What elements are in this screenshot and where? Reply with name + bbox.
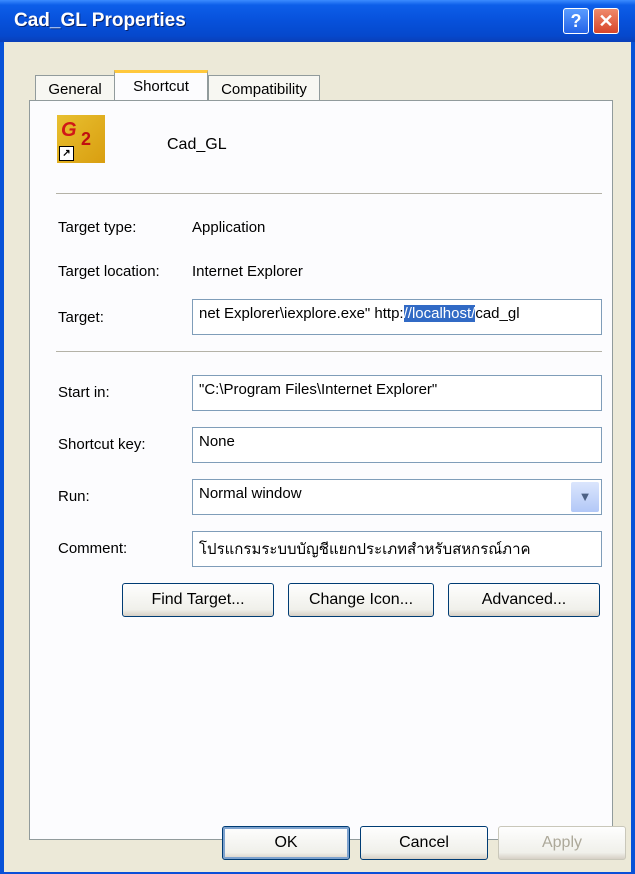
chevron-down-icon[interactable]: ▼ bbox=[571, 482, 599, 512]
shortcut-tab-panel: G2 ↗ Cad_GL Target type: Application Tar… bbox=[29, 100, 613, 840]
target-type-value: Application bbox=[192, 219, 266, 236]
target-text-after: cad_gl bbox=[475, 305, 520, 322]
target-text-before: net Explorer\iexplore.exe" http: bbox=[199, 305, 404, 322]
find-target-button[interactable]: Find Target... bbox=[122, 583, 274, 617]
change-icon-button[interactable]: Change Icon... bbox=[288, 583, 434, 617]
comment-input[interactable]: โปรแกรมระบบบัญชีแยกประเภทสำหรับสหกรณ์ภาค bbox=[192, 531, 602, 567]
ok-button[interactable]: OK bbox=[222, 826, 350, 860]
apply-button[interactable]: Apply bbox=[498, 826, 626, 860]
window-title: Cad_GL Properties bbox=[14, 10, 186, 31]
shortcut-key-label: Shortcut key: bbox=[58, 436, 146, 453]
shortcut-arrow-icon: ↗ bbox=[59, 146, 74, 161]
target-location-label: Target location: bbox=[58, 263, 160, 280]
run-select[interactable]: Normal window ▼ bbox=[192, 479, 602, 515]
advanced-button[interactable]: Advanced... bbox=[448, 583, 600, 617]
title-bar[interactable]: Cad_GL Properties ? ✕ bbox=[0, 0, 635, 42]
cancel-button[interactable]: Cancel bbox=[360, 826, 488, 860]
target-text-selected: //localhost/ bbox=[403, 305, 476, 322]
start-in-input[interactable]: "C:\Program Files\Internet Explorer" bbox=[192, 375, 602, 411]
comment-label: Comment: bbox=[58, 540, 128, 557]
run-label: Run: bbox=[58, 488, 90, 505]
window-border-right bbox=[631, 42, 635, 874]
dialog-client-area: General Shortcut Compatibility G2 ↗ Cad_… bbox=[4, 42, 631, 872]
shortcut-key-input[interactable]: None bbox=[192, 427, 602, 463]
target-input[interactable]: net Explorer\iexplore.exe" http://localh… bbox=[192, 299, 602, 335]
target-label: Target: bbox=[58, 309, 104, 326]
divider bbox=[56, 351, 602, 352]
target-location-value: Internet Explorer bbox=[192, 263, 303, 280]
help-button[interactable]: ? bbox=[563, 8, 589, 34]
target-type-label: Target type: bbox=[58, 219, 137, 236]
shortcut-name: Cad_GL bbox=[167, 136, 227, 153]
properties-dialog: Cad_GL Properties ? ✕ General Shortcut C… bbox=[0, 0, 635, 874]
start-in-label: Start in: bbox=[58, 384, 110, 401]
run-select-value: Normal window bbox=[199, 485, 302, 502]
divider bbox=[56, 193, 602, 194]
cad-gl-app-icon: G2 ↗ bbox=[57, 115, 105, 163]
close-button[interactable]: ✕ bbox=[593, 8, 619, 34]
